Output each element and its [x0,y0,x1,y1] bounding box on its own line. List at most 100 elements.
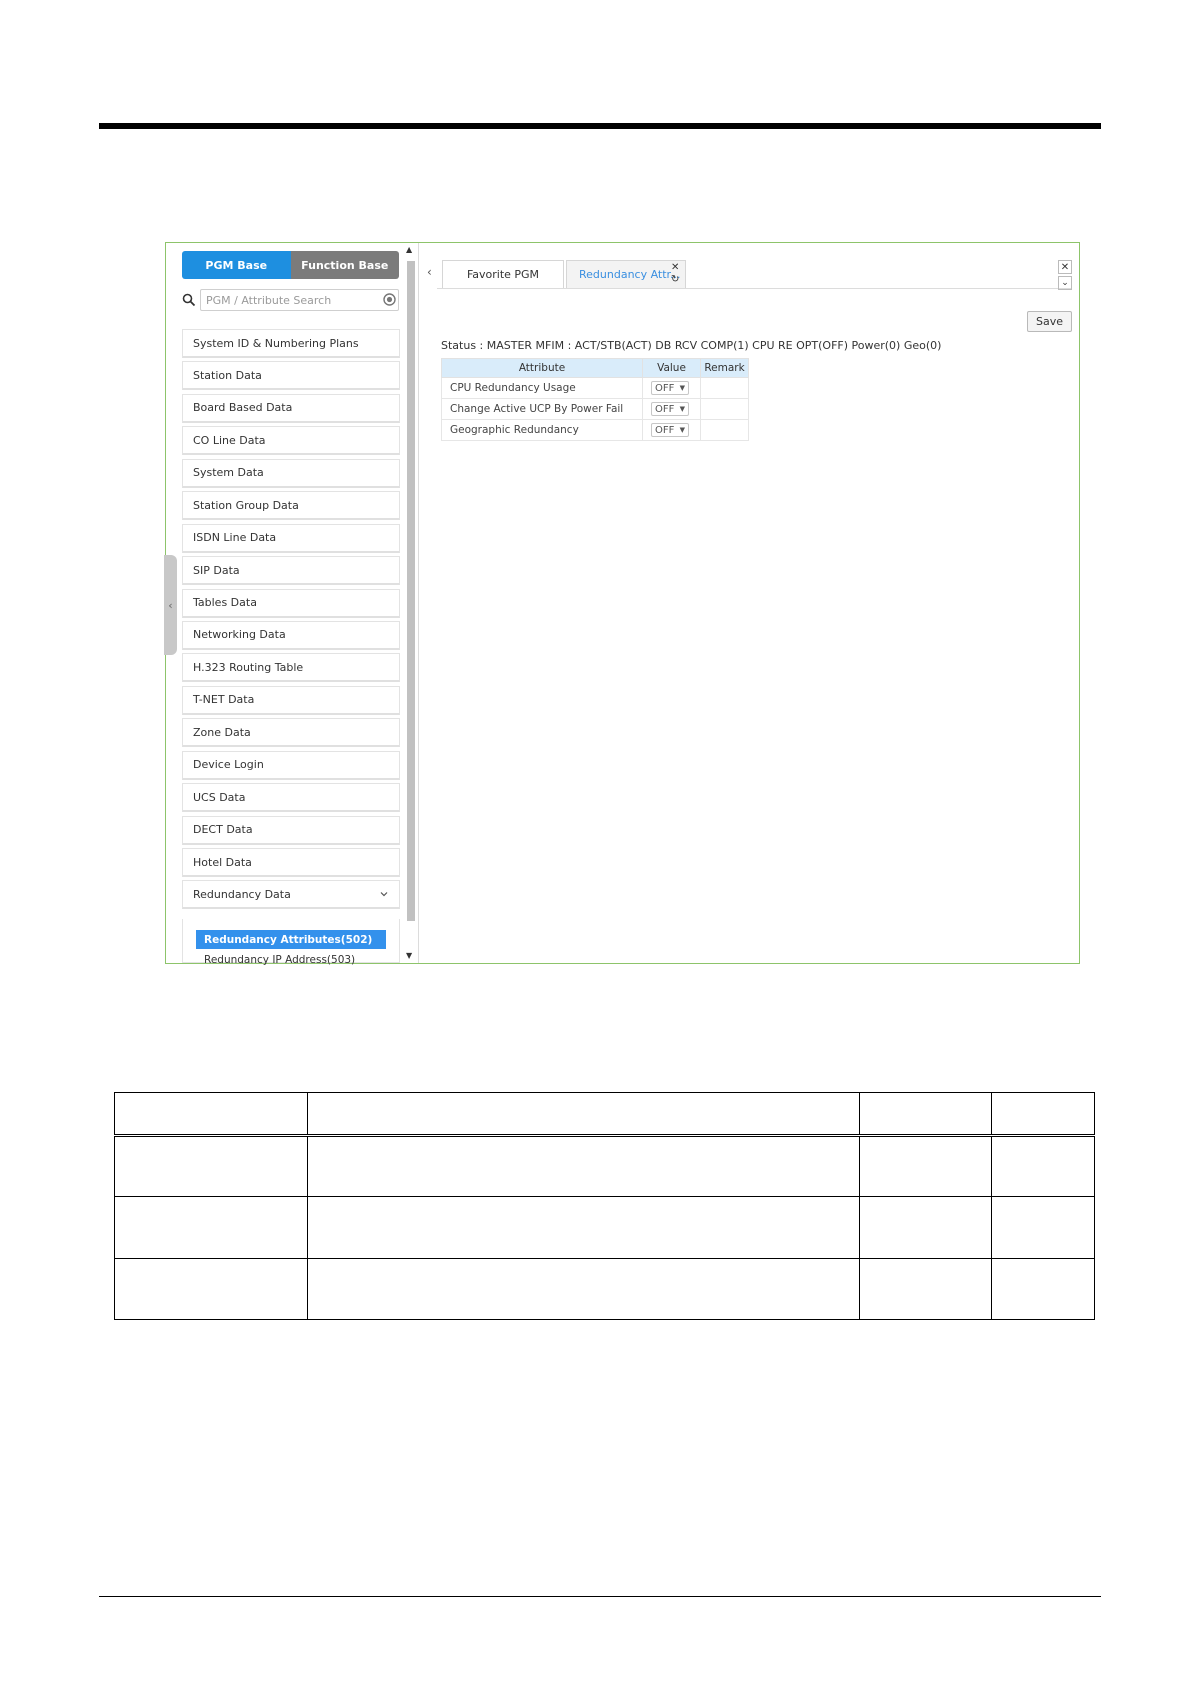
search-icon[interactable] [182,293,196,307]
page-top-rule [99,123,1101,129]
menu-item-device-login[interactable]: Device Login [182,750,400,780]
pgm-base-button[interactable]: PGM Base [182,251,291,279]
scrollbar-thumb[interactable] [407,261,415,921]
chevron-left-icon: ‹ [168,598,173,612]
menu-item-co-line-data[interactable]: CO Line Data [182,426,400,456]
select-value: OFF [655,383,675,394]
doc-cell [307,1196,860,1259]
doc-header-cell [114,1091,308,1138]
screenshot-frame: PGM Base Function Base System ID & Numbe… [164,242,1080,966]
value-cell: OFF ▼ [642,377,701,399]
clear-icon[interactable] [383,293,396,306]
doc-header-cell [859,1091,992,1138]
scroll-up-arrow-icon[interactable]: ▲ [406,245,412,254]
menu-item-label: T-NET Data [193,693,255,707]
menu-item-label: System Data [193,466,264,480]
tab-prev-icon[interactable]: ‹ [427,265,437,279]
menu-item-label: System ID & Numbering Plans [193,336,359,350]
tab-redundancy-attributes[interactable]: Redundancy Attr... [566,260,686,288]
doc-cell [114,1196,308,1259]
refresh-icon[interactable]: ↻ [671,274,681,285]
menu-item-t-net-data[interactable]: T-NET Data [182,685,400,715]
doc-cell [991,1257,1095,1321]
table-row: Geographic Redundancy OFF ▼ [441,419,749,441]
main-panel: ‹ Favorite PGM Redundancy Attr... ✕ ↻ ✕ … [419,243,1079,963]
close-all-icon[interactable]: ✕ [1058,260,1072,274]
menu-item-sip-data[interactable]: SIP Data [182,556,400,586]
document-table-row [114,1196,1095,1259]
doc-header-cell [991,1091,1095,1138]
menu-item-label: Redundancy Data [193,887,291,901]
menu-item-label: Station Data [193,368,262,382]
remark-cell [700,419,749,441]
sidebar-scrollbar[interactable]: ▲ ▼ [404,243,417,963]
close-icon[interactable]: ✕ [671,262,681,273]
menu-item-networking-data[interactable]: Networking Data [182,620,400,650]
redundancy-submenu: Redundancy Attributes(502) Redundancy IP… [182,919,400,966]
menu-item-label: ISDN Line Data [193,531,277,545]
sidebar: PGM Base Function Base System ID & Numbe… [164,243,419,966]
menu-item-label: Hotel Data [193,855,252,869]
menu-item-system-id[interactable]: System ID & Numbering Plans [182,329,400,358]
menu-item-station-data[interactable]: Station Data [182,361,400,391]
column-header-attribute: Attribute [441,358,643,378]
value-select[interactable]: OFF ▼ [651,381,689,395]
menu-item-label: Device Login [193,758,264,772]
caret-down-icon: ▼ [679,426,685,434]
table-row: CPU Redundancy Usage OFF ▼ [441,377,749,399]
search-input[interactable] [200,289,399,311]
menu-item-label: Station Group Data [193,498,299,512]
menu-item-isdn-line-data[interactable]: ISDN Line Data [182,523,400,553]
submenu-item-redundancy-attributes[interactable]: Redundancy Attributes(502) [196,930,386,949]
tab-favorite-pgm[interactable]: Favorite PGM [442,260,564,288]
menu-item-h323-routing-table[interactable]: H.323 Routing Table [182,653,400,683]
remark-cell [700,398,749,420]
menu-item-hotel-data[interactable]: Hotel Data [182,848,400,877]
sidebar-collapse-handle[interactable]: ‹ [164,555,177,655]
select-value: OFF [655,404,675,415]
column-header-value: Value [642,358,701,378]
submenu-item-redundancy-ip-address[interactable]: Redundancy IP Address(503) [196,950,386,969]
menu-item-tables-data[interactable]: Tables Data [182,588,400,618]
column-header-remark: Remark [700,358,749,378]
menu-item-system-data[interactable]: System Data [182,458,400,488]
value-cell: OFF ▼ [642,419,701,441]
menu-item-board-based-data[interactable]: Board Based Data [182,393,400,423]
doc-cell [114,1257,308,1321]
doc-cell [307,1257,860,1321]
remark-cell [700,377,749,399]
doc-cell [114,1135,308,1198]
menu-item-redundancy-data[interactable]: Redundancy Data [182,880,400,910]
menu-item-label: SIP Data [193,563,240,577]
tab-divider [437,288,1072,289]
attribute-name: Change Active UCP By Power Fail [441,398,643,420]
attribute-name: Geographic Redundancy [441,419,643,441]
value-cell: OFF ▼ [642,398,701,420]
attribute-name: CPU Redundancy Usage [441,377,643,399]
search-row [182,289,399,313]
menu-item-station-group-data[interactable]: Station Group Data [182,491,400,521]
menu-item-dect-data[interactable]: DECT Data [182,815,400,845]
chevron-down-icon[interactable]: ⌄ [1058,276,1072,290]
menu-item-label: DECT Data [193,823,253,837]
scroll-down-arrow-icon[interactable]: ▼ [406,951,412,960]
menu-item-ucs-data[interactable]: UCS Data [182,783,400,813]
pgm-menu: System ID & Numbering Plans Station Data… [182,329,400,913]
value-select[interactable]: OFF ▼ [651,423,689,437]
attribute-table: Attribute Value Remark CPU Redundancy Us… [441,358,749,441]
menu-item-label: Zone Data [193,725,251,739]
menu-item-label: Tables Data [193,596,257,609]
function-base-button[interactable]: Function Base [290,251,399,279]
table-header-row: Attribute Value Remark [441,358,749,378]
page-bottom-rule [99,1596,1101,1597]
table-row: Change Active UCP By Power Fail OFF ▼ [441,398,749,420]
save-button[interactable]: Save [1027,311,1072,332]
doc-cell [991,1135,1095,1198]
document-table [114,1091,1095,1321]
menu-item-zone-data[interactable]: Zone Data [182,718,400,748]
menu-item-label: CO Line Data [193,433,266,447]
menu-item-label: Networking Data [193,628,286,642]
value-select[interactable]: OFF ▼ [651,402,689,416]
doc-cell [859,1135,992,1198]
status-text: Status : MASTER MFIM : ACT/STB(ACT) DB R… [441,339,942,352]
